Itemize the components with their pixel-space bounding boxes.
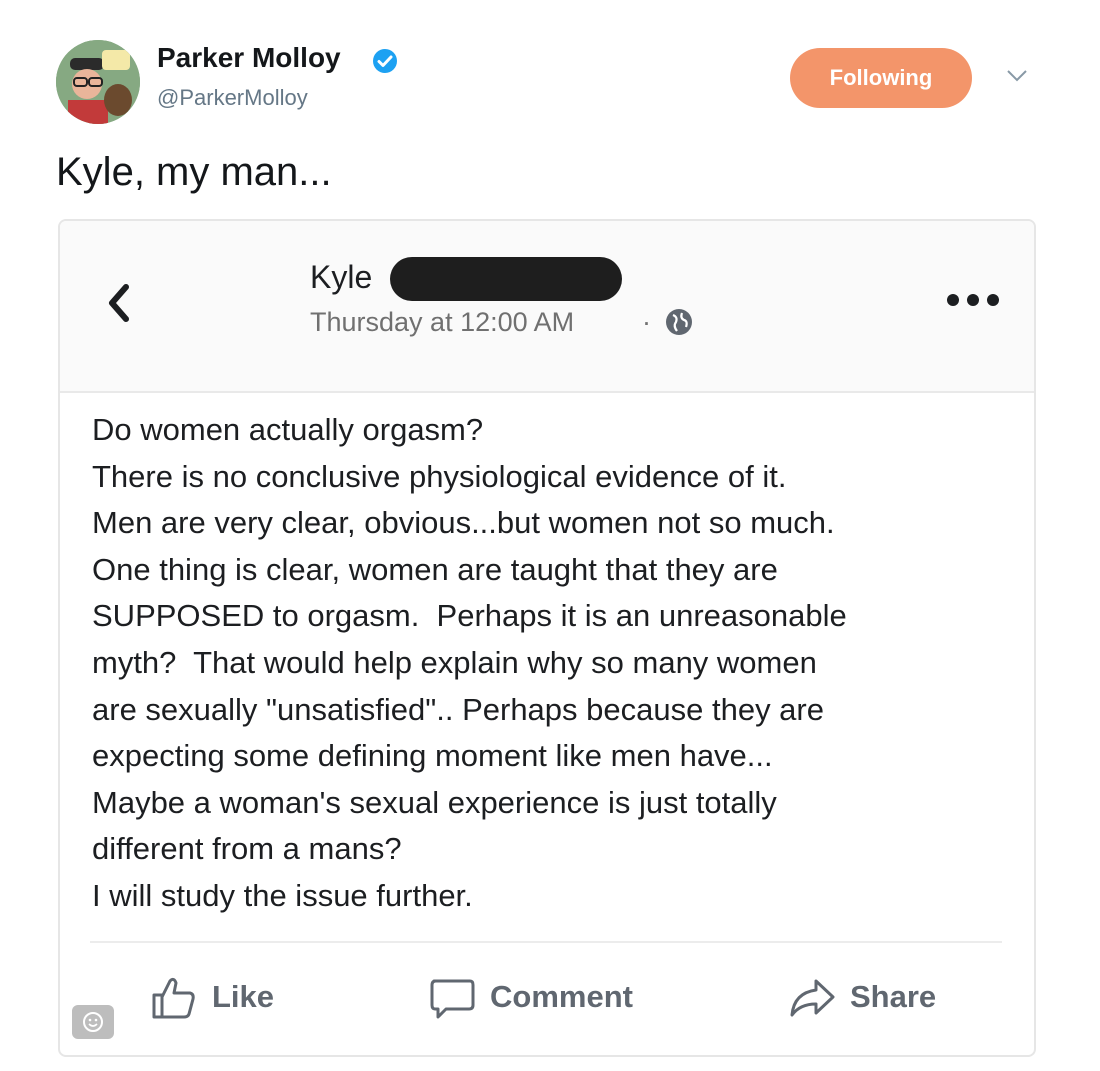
more-icon[interactable] xyxy=(946,293,1000,307)
like-icon xyxy=(152,977,195,1019)
avatar[interactable] xyxy=(56,40,140,124)
post-line: I will study the issue further. xyxy=(92,877,473,913)
chevron-down-icon[interactable] xyxy=(1006,68,1028,84)
divider xyxy=(90,941,1002,943)
post-timestamp[interactable]: Thursday at 12:00 AM xyxy=(310,307,574,338)
post-line: One thing is clear, women are taught tha… xyxy=(92,551,778,587)
post-header: Kyle Thursday at 12:00 AM · xyxy=(60,221,1034,393)
tweet-header: Parker Molloy @ParkerMolloy Following xyxy=(56,40,1046,130)
poster-name[interactable]: Kyle xyxy=(310,259,372,296)
emoji-icon[interactable] xyxy=(72,1005,114,1039)
share-button[interactable]: Share xyxy=(788,969,936,1025)
post-line: There is no conclusive physiological evi… xyxy=(92,458,787,494)
post-line: SUPPOSED to orgasm. Perhaps it is an unr… xyxy=(92,598,847,634)
back-icon[interactable] xyxy=(104,281,132,325)
comment-label: Comment xyxy=(490,979,633,1014)
post-line: Maybe a woman's sexual experience is jus… xyxy=(92,784,777,820)
separator: · xyxy=(642,307,651,337)
author-handle[interactable]: @ParkerMolloy xyxy=(157,85,308,111)
author-name[interactable]: Parker Molloy xyxy=(157,42,341,74)
like-button[interactable]: Like xyxy=(150,969,274,1025)
embedded-facebook-post: Kyle Thursday at 12:00 AM · Do women act… xyxy=(58,219,1036,1057)
post-body: Do women actually orgasm? There is no co… xyxy=(92,407,1012,920)
post-line: are sexually "unsatisfied".. Perhaps bec… xyxy=(92,691,824,727)
following-button[interactable]: Following xyxy=(790,48,972,108)
post-line: Men are very clear, obvious...but women … xyxy=(92,505,835,541)
like-label: Like xyxy=(212,979,275,1014)
verified-icon xyxy=(373,49,397,73)
share-label: Share xyxy=(850,979,937,1014)
globe-icon xyxy=(666,309,692,335)
redaction-bar xyxy=(390,257,622,301)
post-line: myth? That would help explain why so man… xyxy=(92,644,817,680)
comment-icon xyxy=(430,979,475,1019)
tweet-text: Kyle, my man... xyxy=(56,150,332,194)
share-icon xyxy=(790,979,835,1017)
post-line: expecting some defining moment like men … xyxy=(92,738,773,774)
post-line: Do women actually orgasm? xyxy=(92,412,484,447)
post-line: different from a mans? xyxy=(92,831,402,867)
comment-button[interactable]: Comment xyxy=(428,969,633,1025)
